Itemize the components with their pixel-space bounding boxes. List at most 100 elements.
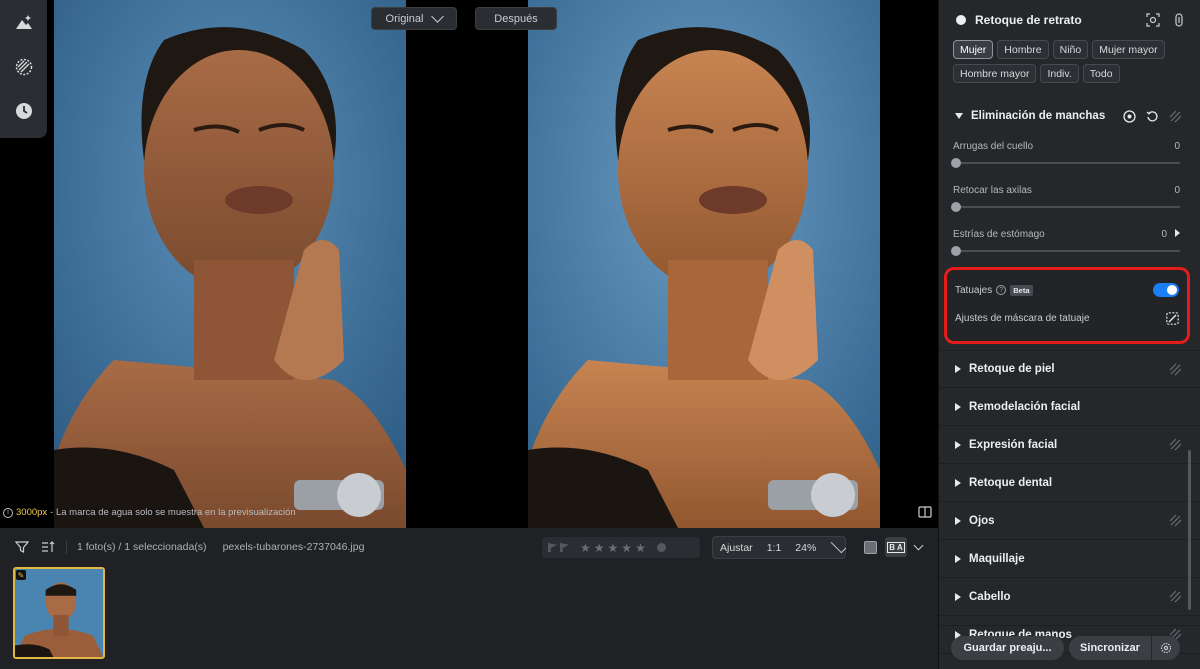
section-label: Retoque de piel [969, 363, 1055, 375]
help-icon[interactable]: ? [996, 285, 1007, 295]
section-row[interactable]: Expresión facial [939, 426, 1200, 464]
zoom-dropdown[interactable]: 24% [788, 542, 823, 554]
star-icon[interactable]: ★ [621, 542, 632, 554]
section-row[interactable]: Ojos [939, 502, 1200, 540]
mask-brush-icon[interactable] [1169, 514, 1182, 527]
sync-face-icon[interactable] [1172, 13, 1186, 27]
neck-wrinkles-slider[interactable]: Arrugas del cuello 0 [939, 135, 1200, 179]
tattoo-toggle[interactable] [1153, 283, 1179, 297]
watermark-text: - La marca de agua solo se muestra en la… [50, 507, 296, 518]
eye-icon[interactable] [1123, 109, 1136, 123]
caret-down-icon [955, 113, 963, 119]
star-icon[interactable]: ★ [580, 542, 591, 554]
original-label: Original [385, 12, 424, 25]
caret-right-icon [955, 592, 961, 601]
subject-chip[interactable]: Todo [1082, 64, 1120, 83]
beta-badge: Beta [1010, 284, 1033, 296]
sort-icon[interactable] [40, 539, 56, 555]
blemish-removal-label: Eliminación de manchas [971, 110, 1106, 122]
reject-flag-icon[interactable] [560, 543, 569, 552]
section-label: Cabello [969, 590, 1011, 603]
tattoo-row: Tatuajes ? Beta [955, 276, 1179, 304]
mask-brush-icon[interactable] [1169, 110, 1182, 123]
fit-button[interactable]: Ajustar [713, 542, 760, 554]
chevron-down-icon[interactable] [913, 540, 924, 550]
color-label-icon[interactable] [656, 543, 666, 552]
slider-knob[interactable] [951, 246, 961, 256]
stretch-marks-slider[interactable]: Estrías de estómago 0 [939, 223, 1200, 261]
save-preset-button[interactable]: Guardar preaju... [951, 635, 1064, 660]
slider-label: Estrías de estómago [953, 229, 1045, 240]
chevron-down-icon[interactable] [831, 537, 847, 554]
mask-icon[interactable] [11, 54, 37, 80]
panel-header: Retoque de retrato [939, 0, 1200, 40]
single-view-icon[interactable] [864, 540, 877, 554]
edited-badge-icon: ✎ [16, 570, 26, 580]
mask-brush-icon[interactable] [1169, 363, 1182, 376]
subject-chip[interactable]: Mujer mayor [1092, 40, 1165, 59]
subject-chip[interactable]: Hombre mayor [953, 64, 1037, 83]
panel-scrollbar[interactable] [1188, 450, 1191, 610]
original-dropdown[interactable]: Original [371, 7, 457, 30]
tool-strip [0, 0, 47, 138]
flag-icon[interactable] [548, 543, 557, 552]
view-mode-group: B A [864, 537, 924, 557]
tattoo-mask-row[interactable]: Ajustes de máscara de tatuaje [955, 304, 1179, 332]
section-row[interactable]: Cabello [939, 578, 1200, 616]
portrait-retouch-panel: Retoque de retrato Mujer Hombre Niño Mujer … [938, 0, 1200, 669]
section-label: Maquillaje [969, 552, 1025, 565]
slider-knob[interactable] [951, 202, 961, 212]
mask-brush-icon[interactable] [1169, 590, 1182, 603]
gear-icon [1160, 642, 1172, 653]
star-icon[interactable]: ★ [635, 542, 646, 554]
rating-bar: ★ ★ ★ ★ ★ [542, 537, 700, 558]
subject-chip[interactable]: Niño [1052, 40, 1089, 59]
mask-brush-icon[interactable] [1169, 438, 1182, 451]
before-after-view-button[interactable]: B A [885, 537, 907, 557]
history-icon[interactable] [11, 98, 37, 124]
panel-title: Retoque de retrato [975, 13, 1082, 27]
caret-right-icon [955, 402, 961, 411]
sync-button[interactable]: Sincronizar [1069, 635, 1151, 660]
section-row[interactable]: Retoque de piel [939, 350, 1200, 388]
caret-right-icon [955, 516, 961, 525]
watermark-notice: i 3000px - La marca de agua solo se mues… [3, 507, 296, 518]
tattoo-label: Tatuajes [955, 284, 993, 296]
resolution-text: 3000px [16, 507, 48, 518]
face-detect-icon[interactable] [1146, 13, 1160, 27]
sync-settings-button[interactable] [1152, 635, 1180, 660]
slider-track[interactable] [951, 158, 1180, 168]
star-icon[interactable]: ★ [594, 542, 605, 554]
caret-right-icon[interactable] [1175, 229, 1180, 237]
ratio-button[interactable]: 1:1 [760, 542, 789, 554]
after-photo [528, 0, 880, 528]
caret-right-icon [955, 440, 961, 449]
subject-chip[interactable]: Indiv. [1040, 64, 1079, 83]
subject-chip[interactable]: Hombre [997, 40, 1049, 59]
slider-track[interactable] [951, 246, 1180, 256]
section-row[interactable]: Maquillaje [939, 540, 1200, 578]
subject-chip[interactable]: Mujer [953, 40, 994, 59]
slider-knob[interactable] [951, 158, 961, 168]
reset-icon[interactable] [1146, 110, 1159, 123]
blemish-removal-header[interactable]: Eliminación de manchas [939, 97, 1200, 135]
book-icon[interactable] [918, 505, 932, 519]
star-icon[interactable]: ★ [608, 542, 619, 554]
slider-track[interactable] [951, 202, 1180, 212]
photo-thumbnail[interactable]: ✎ [13, 567, 105, 659]
before-photo [54, 0, 406, 528]
section-row[interactable]: Retoque dental [939, 464, 1200, 502]
after-button[interactable]: Después [475, 7, 557, 30]
slider-label: Retocar las axilas [953, 185, 1032, 196]
zoom-control: Ajustar 1:1 24% [712, 536, 847, 559]
mask-brush-icon[interactable] [1166, 311, 1179, 325]
file-name: pexels-tubarones-2737046.jpg [222, 541, 365, 553]
section-label: Retoque dental [969, 476, 1053, 489]
section-row[interactable]: Remodelación facial [939, 388, 1200, 426]
toolbar-divider [66, 540, 67, 554]
armpit-retouch-slider[interactable]: Retocar las axilas 0 [939, 179, 1200, 223]
filmstrip-bar: 1 foto(s) / 1 seleccionada(s) pexels-tub… [0, 528, 938, 669]
adjust-icon[interactable] [11, 10, 37, 36]
filter-icon[interactable] [14, 539, 30, 555]
slider-value: 0 [1161, 229, 1167, 240]
